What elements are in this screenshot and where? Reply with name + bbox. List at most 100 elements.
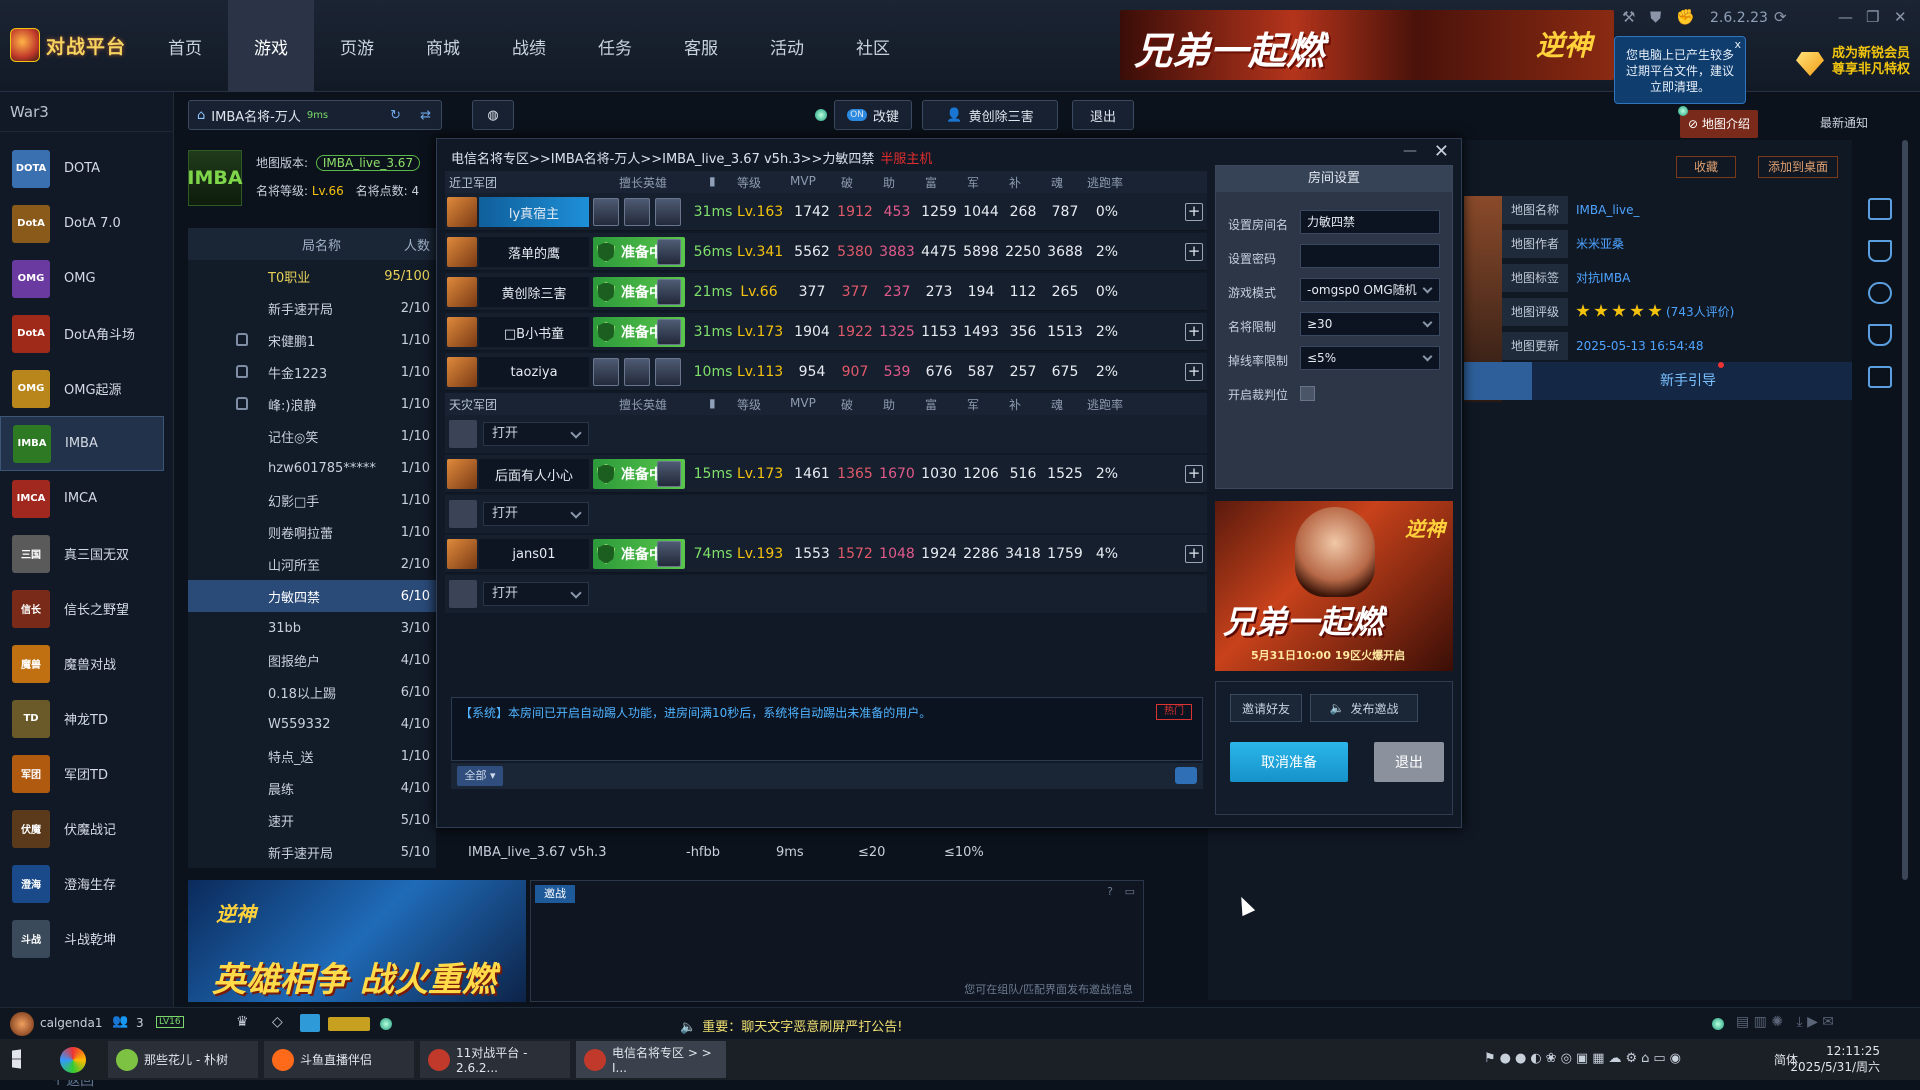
hot-button[interactable]: 热门 — [1156, 704, 1192, 720]
sidebar-game-item[interactable]: 军团 军团TD — [0, 746, 164, 801]
room-search-box[interactable]: ⌂ IMBA名将-万人 9ms ↻ ⇄ — [188, 100, 442, 130]
announcement[interactable]: 🔈 重要：聊天文字恶意刷屏严打公告! — [680, 1016, 902, 1035]
hero-portrait-icon[interactable] — [657, 239, 681, 265]
room-list-row[interactable]: 力敏四禁 6/10 — [188, 580, 436, 612]
room-list-row[interactable]: 幻影□手 1/10 — [188, 484, 436, 516]
nav-games[interactable]: 游戏 — [228, 0, 314, 92]
invite-tab[interactable]: 邀战 — [535, 885, 575, 903]
player-row[interactable]: taoziya 10ms Lv.113 954 907 539 676 587 257 675 2%… — [445, 353, 1207, 391]
player-name[interactable]: jans01 — [479, 539, 589, 569]
player-row[interactable]: 黄创除三害 准备中 21ms Lv.66 377 377 237 273 194 112 265 0% — [445, 273, 1207, 311]
sidebar-game-item[interactable]: IMCA IMCA — [0, 471, 164, 526]
player-name[interactable]: taoziya — [479, 357, 589, 387]
friends-icon[interactable]: 👥 — [112, 1014, 128, 1029]
shirt-icon[interactable]: ⛊ — [1650, 8, 1661, 26]
nav-home[interactable]: 首页 — [142, 0, 228, 92]
sidebar-game-item[interactable]: IMBA IMBA — [0, 416, 164, 471]
sidebar-game-item[interactable]: 信长 信长之野望 — [0, 581, 164, 636]
mode-select[interactable]: -omgsp0 OMG随机 — [1300, 278, 1440, 302]
scrollbar[interactable] — [1902, 140, 1908, 880]
slot-state-select[interactable]: 打开 — [483, 422, 589, 446]
plugin-badge-icon[interactable] — [328, 1017, 370, 1031]
nav-support[interactable]: 客服 — [658, 0, 744, 92]
drop-limit-select[interactable]: ≤5% — [1300, 346, 1440, 370]
cart-icon[interactable] — [1868, 240, 1892, 262]
taskbar-item[interactable]: 斗鱼直播伴侣 — [264, 1041, 414, 1078]
room-list-row[interactable]: 0.18以上踢 6/10 — [188, 676, 436, 708]
windows-start-icon[interactable] — [12, 1049, 21, 1069]
lower-ad-banner[interactable]: 逆神 英雄相争 战火重燃 — [188, 880, 526, 1002]
player-row[interactable]: 落单的鹰 准备中 56ms Lv.341 5562 5380 3883 4475 5898 225… — [445, 233, 1207, 271]
room-list-row[interactable]: 速开 5/10 — [188, 804, 436, 836]
hero-portrait-icon[interactable] — [624, 198, 650, 226]
sidebar-game-item[interactable]: DOTA DOTA — [0, 141, 164, 196]
hero-portrait-icon[interactable] — [624, 358, 650, 386]
add-desktop-button[interactable]: 添加到桌面 — [1758, 156, 1838, 178]
room-list-row[interactable]: T0职业 95/100 — [188, 260, 436, 292]
sidebar-game-item[interactable]: 魔兽 魔兽对战 — [0, 636, 164, 691]
room-list-row[interactable]: 图报绝户 4/10 — [188, 644, 436, 676]
top-ad-banner[interactable]: 兄弟一起燃 逆神 — [1120, 10, 1614, 80]
nav-records[interactable]: 战绩 — [486, 0, 572, 92]
sidebar-game-item[interactable]: 三国 真三国无双 — [0, 526, 164, 581]
hero-portrait-icon[interactable] — [657, 541, 681, 567]
hero-portrait-icon[interactable] — [655, 358, 681, 386]
room-name-input[interactable]: 力敏四禁 — [1300, 210, 1440, 234]
nav-tasks[interactable]: 任务 — [572, 0, 658, 92]
tooltip-close-icon[interactable]: x — [1734, 37, 1741, 53]
slot-state-select[interactable]: 打开 — [483, 582, 589, 606]
room-list-row[interactable]: W559332 4/10 — [188, 708, 436, 740]
user-button[interactable]: 👤 黄创除三害 — [922, 100, 1058, 130]
player-name[interactable]: 后面有人小心 — [479, 459, 589, 489]
chat-filter-select[interactable]: 全部 ▾ — [457, 766, 503, 786]
taskbar-item[interactable]: 电信名将专区 > > I... — [576, 1041, 726, 1078]
robot-icon[interactable] — [1868, 366, 1892, 388]
chat-log[interactable]: 【系统】本房间已开启自动踢人功能，进房间满10秒后，系统将自动踢出未准备的用户。… — [451, 697, 1203, 761]
nav-webgames[interactable]: 页游 — [314, 0, 400, 92]
globe-button[interactable]: ◍ — [472, 100, 514, 130]
sidebar-game-item[interactable]: 伏魔 伏魔战记 — [0, 801, 164, 856]
note-icon[interactable] — [1868, 198, 1892, 220]
system-tray-icons[interactable]: ⚑●●◐❀◎▣▦☁⚙⌂▭◉ — [1484, 1051, 1685, 1066]
sidebar-game-item[interactable]: 斗战 斗战乾坤 — [0, 911, 164, 966]
add-friend-button[interactable]: + — [1185, 323, 1203, 341]
trophy-icon[interactable] — [1868, 324, 1892, 346]
post-invite-button[interactable]: 🔈 发布邀战 — [1310, 694, 1418, 722]
sidebar-game-item[interactable]: TD 神龙TD — [0, 691, 164, 746]
vip-promo[interactable]: 成为新锐会员 尊享非凡特权 — [1792, 46, 1920, 86]
room-row-extra[interactable]: IMBA_live_3.67 v5h.3 -hfbb 9ms ≤20 ≤10% — [436, 836, 1146, 868]
chat-bubble-icon[interactable] — [1175, 767, 1197, 784]
add-friend-button[interactable]: + — [1185, 203, 1203, 221]
hero-portrait-icon[interactable] — [657, 319, 681, 345]
hero-portrait-icon[interactable] — [657, 279, 681, 305]
player-avatar[interactable] — [447, 357, 477, 387]
nav-shop[interactable]: 商城 — [400, 0, 486, 92]
player-row[interactable]: ly真宿主 31ms Lv.163 1742 1912 453 1259 1044 268 787… — [445, 193, 1207, 231]
room-list-row[interactable]: 牛金1223 1/10 — [188, 356, 436, 388]
toggle-switch[interactable]: ON — [847, 109, 867, 121]
room-list-row[interactable]: 晨练 4/10 — [188, 772, 436, 804]
wrench-icon[interactable]: ⚒ — [1622, 8, 1635, 26]
player-name[interactable]: 落单的鹰 — [479, 237, 589, 267]
fist-icon[interactable]: ✊ — [1676, 8, 1695, 26]
minimize-icon[interactable]: — — [1838, 8, 1853, 26]
add-friend-button[interactable]: + — [1185, 363, 1203, 381]
avatar[interactable] — [10, 1012, 34, 1036]
player-row[interactable]: jans01 准备中 74ms Lv.193 1553 1572 1048 1924 2286 3… — [445, 535, 1207, 573]
favorite-button[interactable]: 收藏 — [1676, 156, 1736, 178]
player-name[interactable]: 黄创除三害 — [479, 277, 589, 307]
nav-community[interactable]: 社区 — [830, 0, 916, 92]
toolbar-exit-button[interactable]: 退出 — [1072, 100, 1134, 130]
collapse-icon[interactable]: ▭ — [1125, 885, 1135, 898]
chat-input-bar[interactable]: 全部 ▾ — [451, 763, 1203, 789]
room-list-row[interactable]: hzw601785***** 1/10 — [188, 452, 436, 484]
invite-friends-button[interactable]: 邀请好友 — [1230, 694, 1302, 722]
player-row[interactable]: □B小书童 准备中 31ms Lv.173 1904 1922 1325 1153 1493 35… — [445, 313, 1207, 351]
hero-portrait-icon[interactable] — [593, 358, 619, 386]
add-friend-button[interactable]: + — [1185, 545, 1203, 563]
room-exit-button[interactable]: 退出 — [1374, 742, 1444, 782]
chat-icon[interactable] — [1868, 282, 1892, 304]
sidebar-game-item[interactable]: 澄海 澄海生存 — [0, 856, 164, 911]
player-avatar[interactable] — [447, 317, 477, 347]
tray-tools-icons[interactable]: ▤ ▥ ✺ ⤓ ▶ ✉ — [1736, 1014, 1834, 1030]
